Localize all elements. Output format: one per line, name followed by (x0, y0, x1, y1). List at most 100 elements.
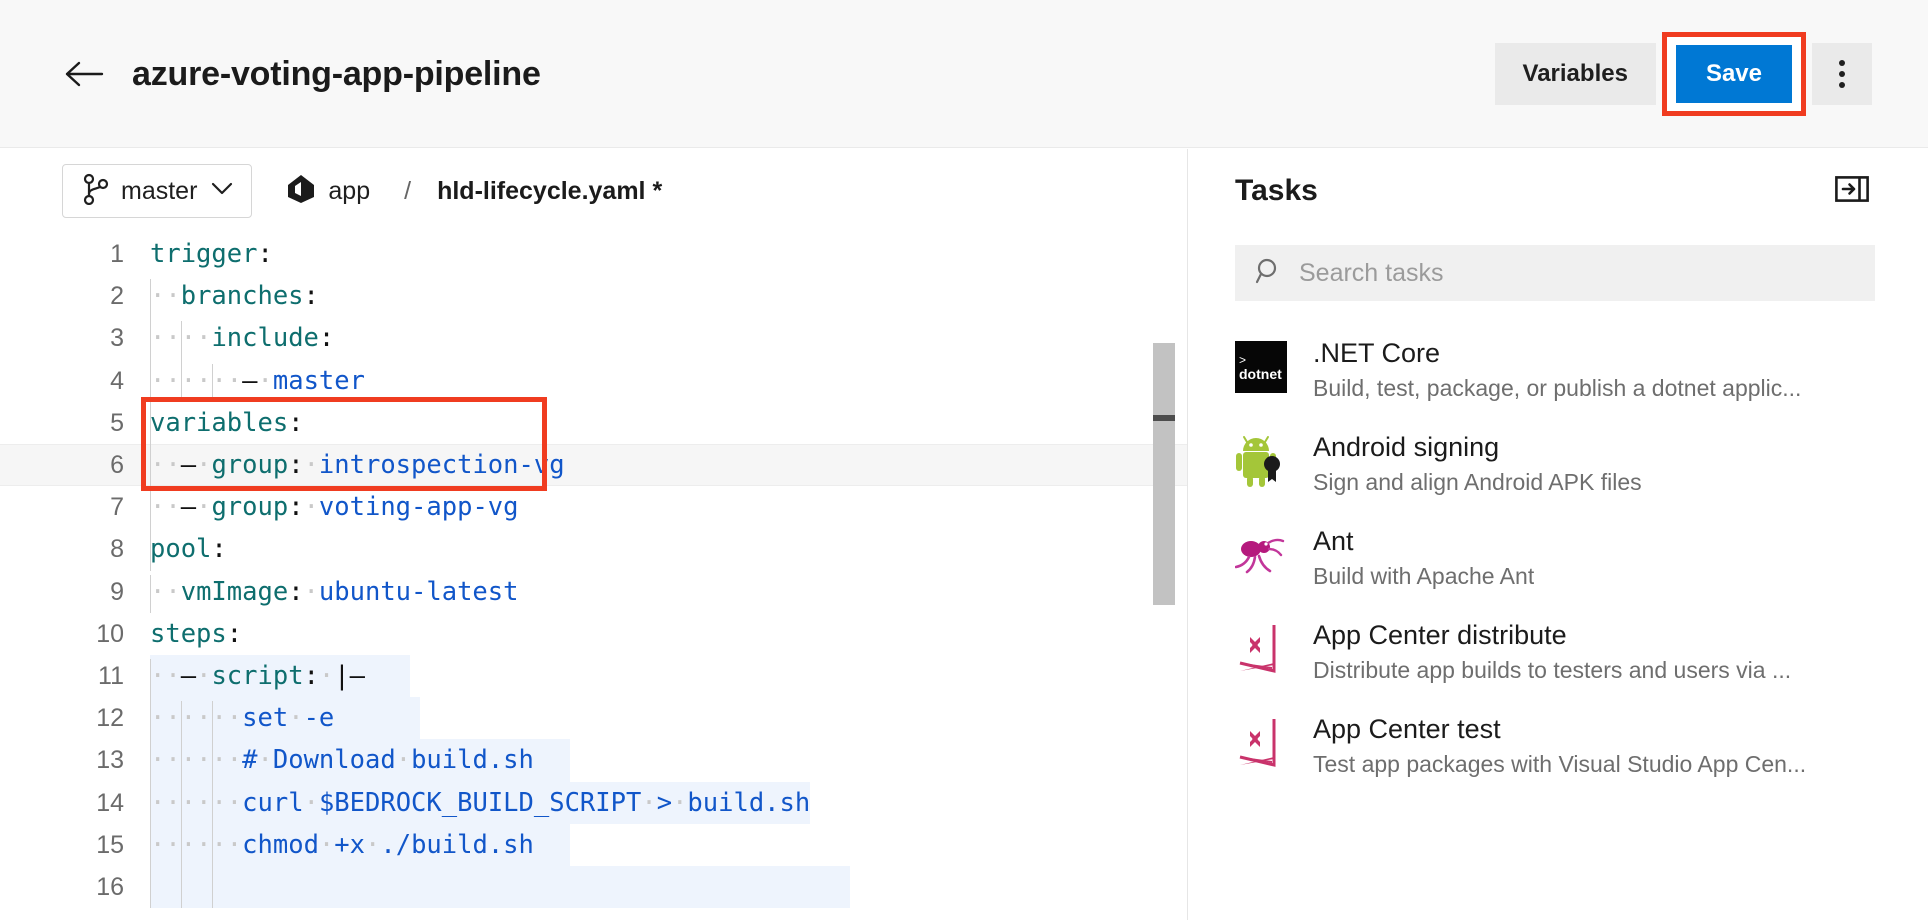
line-number: 10 (96, 619, 124, 648)
line-number: 11 (98, 662, 124, 690)
line-content[interactable]: pool: (150, 528, 227, 570)
task-icon (1235, 623, 1287, 675)
indent-guide (181, 701, 182, 909)
line-content[interactable]: ··vmImage:·ubuntu-latest (150, 571, 519, 613)
line-number: 4 (110, 366, 124, 395)
code-line[interactable]: 11 ··–·script:·|– (0, 655, 1187, 698)
selection-highlight (150, 866, 850, 909)
line-content[interactable]: ······set·-e (150, 697, 334, 739)
task-name: Ant (1313, 526, 1354, 556)
code-line[interactable]: 2 ··branches: (0, 275, 1187, 317)
editor-toolbar: master app / hld-lifecycle.yaml * (0, 149, 1187, 233)
editor-scrollbar[interactable] (1153, 233, 1175, 920)
android-icon (1236, 436, 1280, 487)
line-number: 1 (110, 240, 124, 268)
line-content[interactable]: ····include: (150, 317, 334, 359)
indent-guide (181, 321, 182, 402)
task-name: App Center test (1313, 714, 1501, 744)
task-description: Test app packages with Visual Studio App… (1313, 751, 1807, 777)
line-content[interactable]: ······chmod·+x·./build.sh (150, 824, 534, 866)
breadcrumb-repo[interactable]: app (328, 177, 370, 206)
variables-button[interactable]: Variables (1494, 43, 1656, 105)
breadcrumb-separator: / (404, 176, 412, 205)
header-left-group: azure-voting-app-pipeline (0, 0, 541, 148)
code-line[interactable]: 3 ····include: (0, 317, 1187, 359)
line-number: 6 (110, 451, 124, 479)
line-number: 15 (96, 830, 124, 859)
code-line[interactable]: 4 ······–·master (0, 360, 1187, 402)
app-center-icon (1239, 625, 1276, 673)
line-number: 9 (110, 577, 124, 606)
task-list-item[interactable]: Ant Build with Apache Ant (1189, 523, 1928, 617)
save-button[interactable]: Save (1675, 45, 1792, 103)
code-line[interactable]: 5 variables: (0, 402, 1187, 444)
task-list-item[interactable]: App Center distribute Distribute app buil… (1189, 617, 1928, 711)
task-name: App Center distribute (1313, 620, 1567, 650)
page-title: azure-voting-app-pipeline (132, 54, 541, 93)
line-content[interactable]: ······#·Download·build.sh (150, 739, 534, 781)
task-name: .NET Core (1313, 338, 1441, 368)
yaml-code-editor[interactable]: 1 trigger: 2 ··branches: 3 ····include: 4 ·····… (0, 233, 1187, 920)
azure-repos-icon (286, 173, 316, 210)
code-line[interactable]: 15 ······chmod·+x·./build.sh (0, 823, 1187, 866)
line-number: 12 (96, 704, 124, 733)
line-number: 2 (110, 282, 124, 311)
indent-guide (212, 363, 213, 402)
line-number: 5 (110, 408, 124, 437)
tasks-header: Tasks (1189, 149, 1928, 233)
save-button-highlight: Save (1661, 32, 1807, 116)
search-tasks-input[interactable] (1299, 258, 1839, 288)
more-actions-button[interactable] (1812, 43, 1872, 105)
task-description: Distribute app builds to testers and use… (1313, 657, 1792, 683)
task-description: Build with Apache Ant (1313, 563, 1535, 589)
line-content[interactable]: ··branches: (150, 275, 319, 317)
code-line[interactable]: 7 ··–·group:·voting-app-vg (0, 486, 1187, 528)
git-branch-icon (83, 173, 109, 210)
editor-scrollbar-marker (1153, 415, 1175, 421)
task-description: Sign and align Android APK files (1313, 469, 1642, 495)
line-number: 7 (110, 493, 124, 522)
code-line[interactable]: 12 ······set·-e (0, 697, 1187, 740)
branch-selector[interactable]: master (62, 164, 253, 218)
editor-scrollbar-thumb[interactable] (1153, 343, 1175, 605)
more-vertical-icon (1839, 60, 1845, 88)
app-center-icon (1239, 719, 1276, 767)
line-content[interactable]: ······curl·$BEDROCK_BUILD_SCRIPT·>·build… (150, 782, 810, 824)
back-button[interactable] (62, 52, 106, 96)
collapse-panel-icon (1835, 175, 1869, 207)
code-line[interactable]: 9 ··vmImage:·ubuntu-latest (0, 571, 1187, 613)
indent-guide (150, 659, 151, 909)
line-number: 16 (96, 873, 124, 901)
tasks-title: Tasks (1235, 174, 1318, 207)
collapse-panel-button[interactable] (1832, 174, 1872, 208)
search-icon (1255, 257, 1283, 290)
task-list-item[interactable]: Android signing Sign and align Android AP… (1189, 429, 1928, 523)
indent-guide (150, 574, 151, 613)
ant-icon (1235, 538, 1285, 574)
code-line[interactable]: 14 ······curl·$BEDROCK_BUILD_SCRIPT·>·bui… (0, 781, 1187, 824)
line-content[interactable]: ······–·master (150, 360, 365, 402)
task-description: Build, test, package, or publish a dotne… (1313, 375, 1802, 401)
line-content[interactable]: ··–·script:·|– (150, 655, 365, 697)
code-line[interactable]: 13 ······#·Download·build.sh (0, 739, 1187, 782)
task-name: Android signing (1313, 432, 1500, 462)
breadcrumb: app / hld-lifecycle.yaml * (286, 173, 662, 210)
code-line[interactable]: 6 ··–·group:·introspection-vg (0, 444, 1187, 487)
line-content[interactable]: ··–·group:·introspection-vg (150, 444, 565, 486)
dotnet-icon: > dotnet (1235, 341, 1287, 393)
code-line[interactable]: 1 trigger: (0, 233, 1187, 275)
code-line[interactable]: 8 pool: (0, 528, 1187, 570)
code-line[interactable]: 16 (0, 866, 1187, 909)
task-list-item[interactable]: App Center test Test app packages with Vi… (1189, 711, 1928, 805)
code-line[interactable]: 10 steps: (0, 613, 1187, 655)
task-list-item[interactable]: > dotnet .NET Core Build, test, package, or… (1189, 335, 1928, 429)
search-tasks-box[interactable] (1235, 245, 1875, 301)
line-content[interactable]: variables: (150, 402, 304, 444)
line-content[interactable]: ··–·group:·voting-app-vg (150, 486, 519, 528)
header-actions: Variables Save (1494, 0, 1872, 148)
task-icon (1235, 717, 1287, 769)
line-content[interactable]: trigger: (150, 233, 273, 275)
line-content[interactable]: steps: (150, 613, 242, 655)
branch-name: master (121, 176, 198, 205)
tasks-list[interactable]: > dotnet .NET Core Build, test, package, or… (1189, 335, 1928, 920)
